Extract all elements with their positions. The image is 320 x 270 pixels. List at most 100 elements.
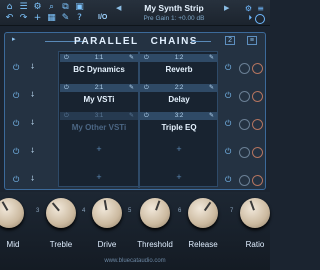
- threshold-knob[interactable]: [140, 198, 170, 228]
- slot-id: 1:2: [174, 55, 184, 61]
- toolbar-icons: ⌂ ☰ ⚙ ⌕ ⧉ ▣ ↶ ↷ + ▦ ✎ ?: [3, 2, 85, 24]
- edit-icon[interactable]: ✎: [129, 54, 134, 62]
- power-icon[interactable]: ⏻: [13, 175, 19, 185]
- power-icon[interactable]: ⏻: [144, 54, 149, 62]
- slot-plugin-name[interactable]: Reverb: [140, 63, 218, 76]
- power-icon[interactable]: ⏻: [144, 112, 149, 120]
- chain-gain-icon[interactable]: ⸸: [31, 63, 34, 72]
- treble-knob[interactable]: [46, 198, 76, 228]
- release-knob[interactable]: [188, 198, 218, 228]
- solo-knob[interactable]: [252, 91, 263, 102]
- plus-icon[interactable]: +: [31, 13, 44, 24]
- home-icon[interactable]: ⌂: [3, 2, 16, 13]
- add-slot-button[interactable]: +: [60, 172, 138, 182]
- edit-icon[interactable]: ✎: [59, 13, 72, 24]
- plugin-slot[interactable]: ⏻ 1:1 ✎ BC Dynamics: [60, 54, 138, 76]
- power-icon[interactable]: ⏻: [144, 84, 149, 92]
- drive-knob[interactable]: [92, 198, 122, 228]
- knob-label: Treble: [49, 240, 73, 249]
- wrench-icon[interactable]: ⚙: [31, 2, 44, 13]
- power-icon[interactable]: ⏻: [13, 119, 19, 129]
- footer-url[interactable]: www.bluecataudio.com: [0, 258, 270, 264]
- help-icon[interactable]: ≡: [257, 4, 264, 13]
- ratio-knob[interactable]: [240, 198, 270, 228]
- toolbar: ⌂ ☰ ⚙ ⌕ ⧉ ▣ ↶ ↷ + ▦ ✎ ? I/O ◀ My Synth S…: [0, 0, 270, 26]
- menu-icon[interactable]: ⏵: [249, 15, 253, 23]
- knob-label: Drive: [97, 240, 117, 249]
- slot-header: ⏻ 3:1 ✎: [60, 112, 138, 120]
- layout-button[interactable]: 2: [225, 36, 235, 45]
- plugin-slot[interactable]: ⏻ 1:2 ✎ Reverb: [140, 54, 218, 76]
- chain-gain-icon[interactable]: ⸸: [31, 147, 34, 156]
- options-button[interactable]: ≡: [246, 36, 257, 45]
- edit-icon[interactable]: ✎: [129, 84, 134, 92]
- power-icon[interactable]: ⏻: [13, 91, 19, 101]
- knob-number: 6: [178, 208, 182, 214]
- mute-knob[interactable]: [239, 119, 250, 130]
- slot-plugin-name[interactable]: Delay: [140, 93, 218, 106]
- power-icon[interactable]: ⏻: [64, 84, 69, 92]
- mute-knob[interactable]: [239, 147, 250, 158]
- solo-knob[interactable]: [252, 63, 263, 74]
- slot-header: ⏻ 3:2 ✎: [140, 112, 218, 120]
- title-rule-right: [191, 41, 211, 42]
- undo-icon[interactable]: ↶: [3, 13, 16, 24]
- plugin-slot[interactable]: ⏻ 2:1 ✎ My VSTi: [60, 84, 138, 106]
- grid-icon[interactable]: ▦: [45, 13, 58, 24]
- power-icon[interactable]: ⏻: [13, 147, 19, 157]
- add-slot-button[interactable]: +: [140, 144, 218, 154]
- slot-plugin-name[interactable]: My VSTi: [60, 93, 138, 106]
- power-icon[interactable]: ⏻: [225, 63, 231, 73]
- copy-icon[interactable]: ⧉: [59, 2, 72, 13]
- macro-knob-row: Mid 3 Treble 4 Drive 5 Threshold 6 Relea…: [0, 192, 270, 270]
- knob-number: 4: [82, 208, 86, 214]
- edit-icon[interactable]: ✎: [209, 112, 214, 120]
- slot-plugin-name[interactable]: My Other VSTi: [60, 121, 138, 134]
- edit-icon[interactable]: ✎: [129, 112, 134, 120]
- knob-number: 5: [128, 208, 132, 214]
- preset-name[interactable]: My Synth Strip: [118, 3, 230, 14]
- redo-icon[interactable]: ↷: [17, 13, 30, 24]
- plugin-slot[interactable]: ⏻ 2:2 ✎ Delay: [140, 84, 218, 106]
- io-button[interactable]: I/O: [98, 14, 107, 21]
- chain-gain-icon[interactable]: ⸸: [31, 91, 34, 100]
- mute-knob[interactable]: [239, 175, 250, 186]
- panel-title-part-a: PARALLEL: [74, 36, 139, 47]
- power-icon[interactable]: ⏻: [225, 119, 231, 129]
- save-icon[interactable]: ▣: [73, 2, 86, 13]
- power-icon[interactable]: [255, 14, 265, 24]
- slot-id: 3:2: [174, 113, 184, 119]
- mute-knob[interactable]: [239, 91, 250, 102]
- power-icon[interactable]: ⏻: [225, 91, 231, 101]
- knob-label: Mid: [6, 240, 20, 249]
- chain-gain-icon[interactable]: ⸸: [31, 175, 34, 184]
- chain-gain-icon[interactable]: ⸸: [31, 119, 34, 128]
- slot-plugin-name[interactable]: Triple EQ: [140, 121, 218, 134]
- power-icon[interactable]: ⏻: [225, 175, 231, 185]
- power-icon[interactable]: ⏻: [64, 54, 69, 62]
- add-slot-button[interactable]: +: [140, 172, 218, 182]
- preset-next-icon[interactable]: ▶: [224, 4, 229, 12]
- solo-knob[interactable]: [252, 175, 263, 186]
- chains-grid: ⏻ 1:1 ✎ BC Dynamics ⏻ 2:1 ✎ My VSTi ⏻ 3:…: [58, 51, 218, 188]
- plugin-slot[interactable]: ⏻ 3:2 ✎ Triple EQ: [140, 112, 218, 134]
- power-icon[interactable]: ⏻: [13, 63, 19, 73]
- solo-knob[interactable]: [252, 119, 263, 130]
- mid-knob[interactable]: [0, 198, 24, 228]
- plugin-slot[interactable]: ⏻ 3:1 ✎ My Other VSTi: [60, 112, 138, 134]
- list-icon[interactable]: ☰: [17, 2, 30, 13]
- slot-id: 2:1: [94, 85, 104, 91]
- slot-id: 1:1: [94, 55, 104, 61]
- power-icon[interactable]: ⏻: [64, 112, 69, 120]
- solo-knob[interactable]: [252, 147, 263, 158]
- edit-icon[interactable]: ✎: [209, 84, 214, 92]
- search-icon[interactable]: ⌕: [45, 2, 58, 13]
- info-icon[interactable]: ?: [73, 13, 86, 24]
- slot-plugin-name[interactable]: BC Dynamics: [60, 63, 138, 76]
- settings-icon[interactable]: ⚙: [245, 4, 252, 13]
- knob-label: Ratio: [245, 240, 265, 249]
- power-icon[interactable]: ⏻: [225, 147, 231, 157]
- edit-icon[interactable]: ✎: [209, 54, 214, 62]
- add-slot-button[interactable]: +: [60, 144, 138, 154]
- mute-knob[interactable]: [239, 63, 250, 74]
